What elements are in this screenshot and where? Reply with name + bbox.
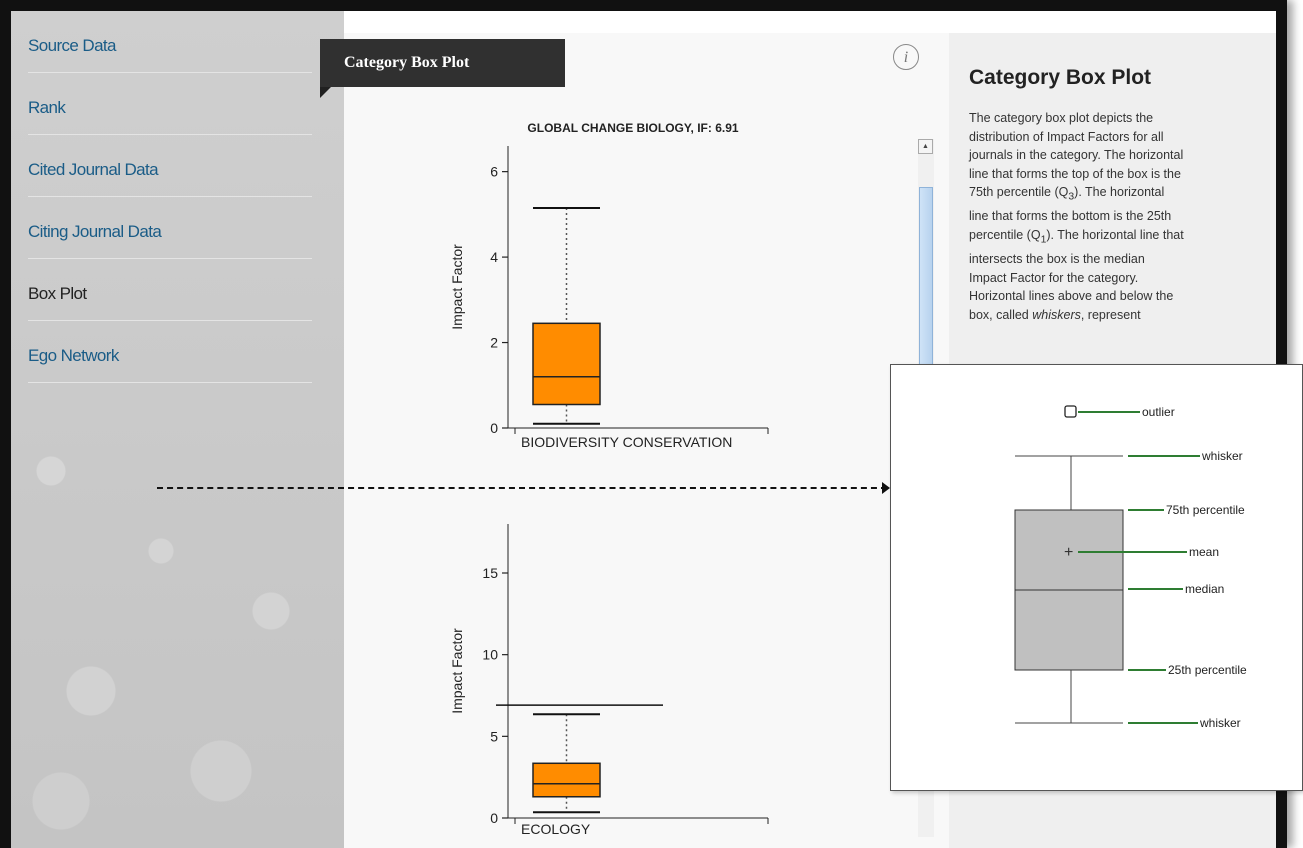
y-tick-label: 10 [482,647,498,663]
y-tick-label: 5 [490,728,498,744]
y-tick-label: 0 [490,810,498,826]
x-category-label: BIODIVERSITY CONSERVATION [521,434,732,450]
legend-outlier-label: outlier [1142,405,1175,419]
legend-diagram: outlier whisker 75th percentile + mean m… [1014,405,1247,730]
legend-whisker-bottom-label: whisker [1199,716,1241,730]
legend-median-label: median [1185,582,1224,596]
chart-title: GLOBAL CHANGE BIOLOGY, IF: 6.91 [527,121,738,135]
y-tick-label: 4 [490,249,498,265]
box-plot-legend: outlier whisker 75th percentile + mean m… [890,364,1303,791]
iqr-box [532,762,601,798]
legend-p75-label: 75th percentile [1166,503,1245,517]
legend-mean-marker: + [1064,544,1073,561]
legend-whisker-top-label: whisker [1201,449,1243,463]
y-tick-label: 6 [490,164,498,180]
dashed-connector-line [157,487,887,489]
y-tick-label: 15 [482,565,498,581]
arrow-head-icon [882,482,890,494]
y-tick-label: 0 [490,420,498,436]
legend-p25-label: 25th percentile [1168,663,1247,677]
legend-mean-label: mean [1189,545,1219,559]
y-axis-label: Impact Factor [449,244,465,330]
x-category-label: ECOLOGY [521,821,591,837]
y-axis-label: Impact Factor [449,628,465,714]
legend-outlier-marker [1064,405,1077,418]
y-tick-label: 2 [490,335,498,351]
iqr-box [532,322,601,406]
